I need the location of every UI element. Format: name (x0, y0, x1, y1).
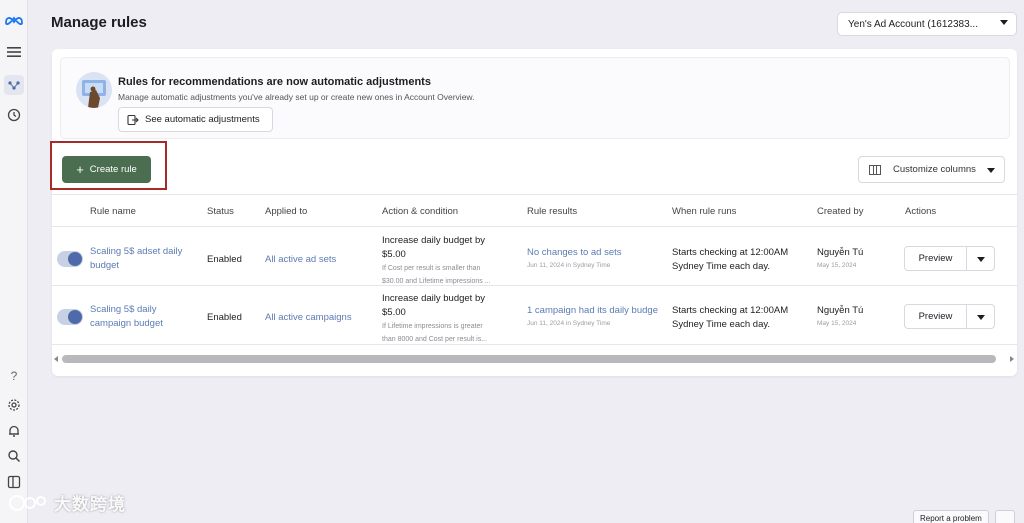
settings-icon[interactable] (4, 395, 24, 415)
toggle-knob (68, 310, 82, 324)
see-automatic-adjustments-label: See automatic adjustments (145, 114, 260, 125)
preview-button[interactable]: Preview (904, 246, 967, 271)
created-date: May 15, 2024 (817, 320, 857, 327)
rule-result-link[interactable]: No changes to ad sets (527, 246, 622, 260)
toggle-knob (68, 252, 82, 266)
schedule-text: Sydney Time each day. (672, 261, 771, 272)
customize-columns-label: Customize columns (893, 164, 976, 175)
action-text: Increase daily budget by (382, 293, 485, 304)
left-navigation: ? (0, 0, 28, 523)
watermark-text: 大数跨境 (54, 495, 126, 514)
preview-dropdown-chevron-icon[interactable] (966, 304, 995, 329)
applied-to-link[interactable]: All active ad sets (265, 253, 336, 267)
rule-toggle[interactable] (57, 251, 83, 267)
table-divider (52, 344, 1017, 345)
customize-columns-button[interactable]: Customize columns (858, 156, 1005, 183)
preview-button[interactable]: Preview (904, 304, 967, 329)
scroll-left-icon[interactable] (54, 356, 58, 362)
column-header-rule-results[interactable]: Rule results (527, 206, 577, 217)
scroll-right-icon[interactable] (1010, 356, 1014, 362)
column-header-rule-name[interactable]: Rule name (90, 206, 136, 217)
action-condition: Increase daily budget by $5.00 If Cost p… (382, 234, 491, 288)
column-header-when-rule-runs[interactable]: When rule runs (672, 206, 736, 217)
create-rule-button[interactable]: + Create rule (62, 156, 151, 183)
external-link-icon (127, 114, 139, 126)
help-icon[interactable]: ? (4, 366, 24, 386)
banner-title: Rules for recommendations are now automa… (118, 76, 431, 88)
action-amount: $5.00 (382, 249, 406, 260)
applied-to-link[interactable]: All active campaigns (265, 311, 352, 325)
rule-status: Enabled (207, 254, 242, 265)
rule-schedule: Starts checking at 12:00AM Sydney Time e… (672, 304, 788, 332)
rule-name-line: campaign budget (90, 318, 163, 329)
rule-result: 1 campaign had its daily budge Jun 11, 2… (527, 304, 658, 330)
rule-toggle[interactable] (57, 309, 83, 325)
table-divider (52, 285, 1017, 286)
rule-name-link[interactable]: Scaling 5$ daily campaign budget (90, 303, 163, 331)
notifications-icon[interactable] (4, 421, 24, 441)
create-rule-label: Create rule (89, 164, 137, 175)
rule-name-link[interactable]: Scaling 5$ adset daily budget (90, 245, 182, 273)
rule-name-line: Scaling 5$ daily (90, 304, 157, 315)
rule-result-link[interactable]: 1 campaign had its daily budge (527, 304, 658, 318)
banner-illustration-icon (76, 72, 112, 108)
chevron-down-icon (1000, 20, 1008, 25)
created-date: May 15, 2024 (817, 262, 857, 269)
action-text: Increase daily budget by (382, 235, 485, 246)
rule-result-date: Jun 11, 2024 in Sydney Time (527, 320, 611, 327)
created-by: Nguyễn Tú May 15, 2024 (817, 246, 863, 272)
column-header-action-condition[interactable]: Action & condition (382, 206, 458, 217)
table-divider (52, 194, 1017, 195)
schedule-text: Starts checking at 12:00AM (672, 247, 789, 258)
schedule-text: Sydney Time each day. (672, 319, 771, 330)
preview-dropdown-chevron-icon[interactable] (966, 246, 995, 271)
scrollbar-thumb[interactable] (62, 355, 996, 363)
rule-result-date: Jun 11, 2024 in Sydney Time (527, 262, 611, 269)
see-automatic-adjustments-button[interactable]: See automatic adjustments (118, 107, 273, 132)
action-amount: $5.00 (382, 307, 406, 318)
feedback-icon[interactable] (995, 510, 1015, 523)
rule-result: No changes to ad sets Jun 11, 2024 in Sy… (527, 246, 622, 272)
rule-name-line: budget (90, 260, 120, 271)
column-header-created-by[interactable]: Created by (817, 206, 863, 217)
report-problem-button[interactable]: Report a problem (913, 510, 989, 523)
history-icon[interactable] (4, 105, 24, 125)
column-header-applied-to[interactable]: Applied to (265, 206, 307, 217)
table-divider (52, 226, 1017, 227)
menu-icon[interactable] (4, 42, 24, 62)
rule-schedule: Starts checking at 12:00AM Sydney Time e… (672, 246, 788, 274)
column-header-status[interactable]: Status (207, 206, 234, 217)
condition-text: If Cost per result is smaller than (382, 265, 481, 272)
plus-icon: + (76, 162, 84, 177)
chevron-down-icon (987, 168, 995, 173)
panel-icon[interactable] (4, 472, 24, 492)
creator-name: Nguyễn Tú (817, 247, 864, 258)
meta-logo-icon[interactable] (4, 10, 24, 30)
ad-account-name: Yen's Ad Account (1612383... (848, 18, 978, 30)
banner-description: Manage automatic adjustments you've alre… (118, 92, 475, 102)
column-header-actions: Actions (905, 206, 937, 217)
ad-account-selector[interactable]: Yen's Ad Account (1612383... (837, 12, 1017, 36)
columns-icon (869, 165, 881, 175)
watermark: 大数跨境 (8, 490, 126, 515)
rules-icon[interactable] (4, 75, 24, 95)
watermark-logo-icon (8, 493, 50, 513)
condition-text: $30.00 and Lifetime impressions ... (382, 278, 491, 285)
horizontal-scrollbar[interactable] (54, 354, 1014, 364)
rule-name-line: Scaling 5$ adset daily (90, 246, 183, 257)
condition-text: If Lifetime impressions is greater (382, 323, 483, 330)
creator-name: Nguyễn Tú (817, 305, 864, 316)
action-condition: Increase daily budget by $5.00 If Lifeti… (382, 292, 487, 346)
page-title: Manage rules (51, 14, 147, 31)
schedule-text: Starts checking at 12:00AM (672, 305, 789, 316)
search-icon[interactable] (4, 446, 24, 466)
rule-status: Enabled (207, 312, 242, 323)
info-banner: Rules for recommendations are now automa… (60, 57, 1010, 139)
created-by: Nguyễn Tú May 15, 2024 (817, 304, 863, 330)
